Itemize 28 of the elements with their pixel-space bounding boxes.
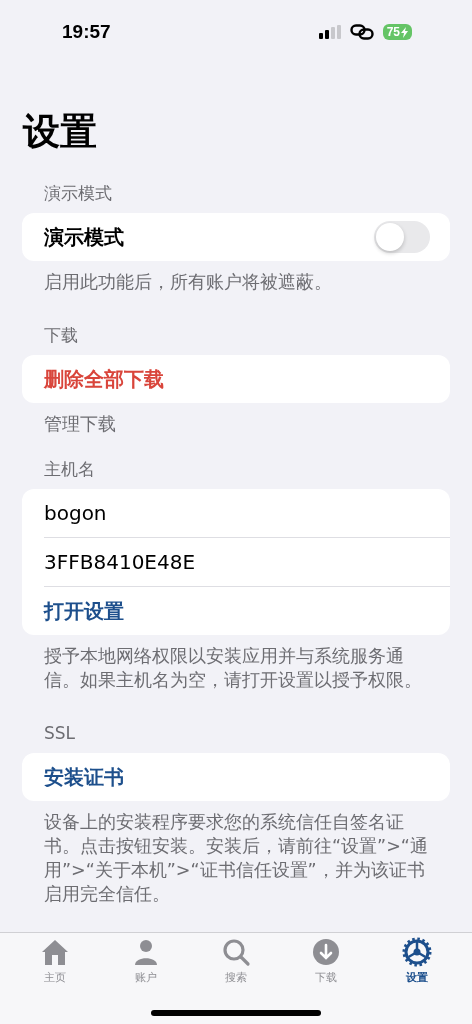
section-header: 主机名 (44, 458, 96, 480)
section-header: 演示模式 (44, 182, 113, 204)
settings-link[interactable]: 打开设置 (44, 597, 124, 625)
tab-item[interactable]: 设置 (386, 937, 447, 989)
link-icon (349, 24, 374, 40)
status-time: 19:57 (62, 21, 111, 43)
section-footer: 管理下载 (44, 412, 436, 436)
tab-item[interactable]: 主页 (25, 937, 86, 989)
settings-link[interactable]: 安装证书 (44, 763, 124, 791)
value-text: 3FFB8410E48E (44, 550, 196, 574)
download-icon (311, 937, 342, 967)
page-title: 设置 (23, 110, 98, 154)
section-header: 下载 (44, 324, 79, 346)
value-text: bogon (44, 501, 107, 525)
delete-action[interactable]: 删除全部下载 (44, 365, 164, 393)
tab-item[interactable]: 账户 (115, 937, 176, 989)
setting-label[interactable]: 演示模式 (44, 223, 124, 251)
gear-icon (401, 937, 432, 967)
section-header: SSL (44, 722, 77, 744)
section-footer: 授予本地网络权限以安装应用并与系统服务通信。如果主机名为空，请打开设置以授予权限。 (44, 644, 436, 692)
section-footer: 启用此功能后，所有账户将被遮蔽。 (44, 270, 436, 294)
section-footer: 设备上的安装程序要求您的系统信任自签名证书。点击按钮安装。安装后，请前往“设置”>“通用”>“关于本机”>“证书信任设置”，并为该证书启用完全信任。 (44, 810, 436, 906)
search-icon (220, 937, 251, 967)
tab-item[interactable]: 下载 (296, 937, 357, 989)
toggle-switch[interactable] (374, 221, 430, 253)
tab-item[interactable]: 搜索 (205, 937, 266, 989)
signal-icon (318, 25, 341, 39)
battery-indicator: 75 (382, 24, 412, 40)
